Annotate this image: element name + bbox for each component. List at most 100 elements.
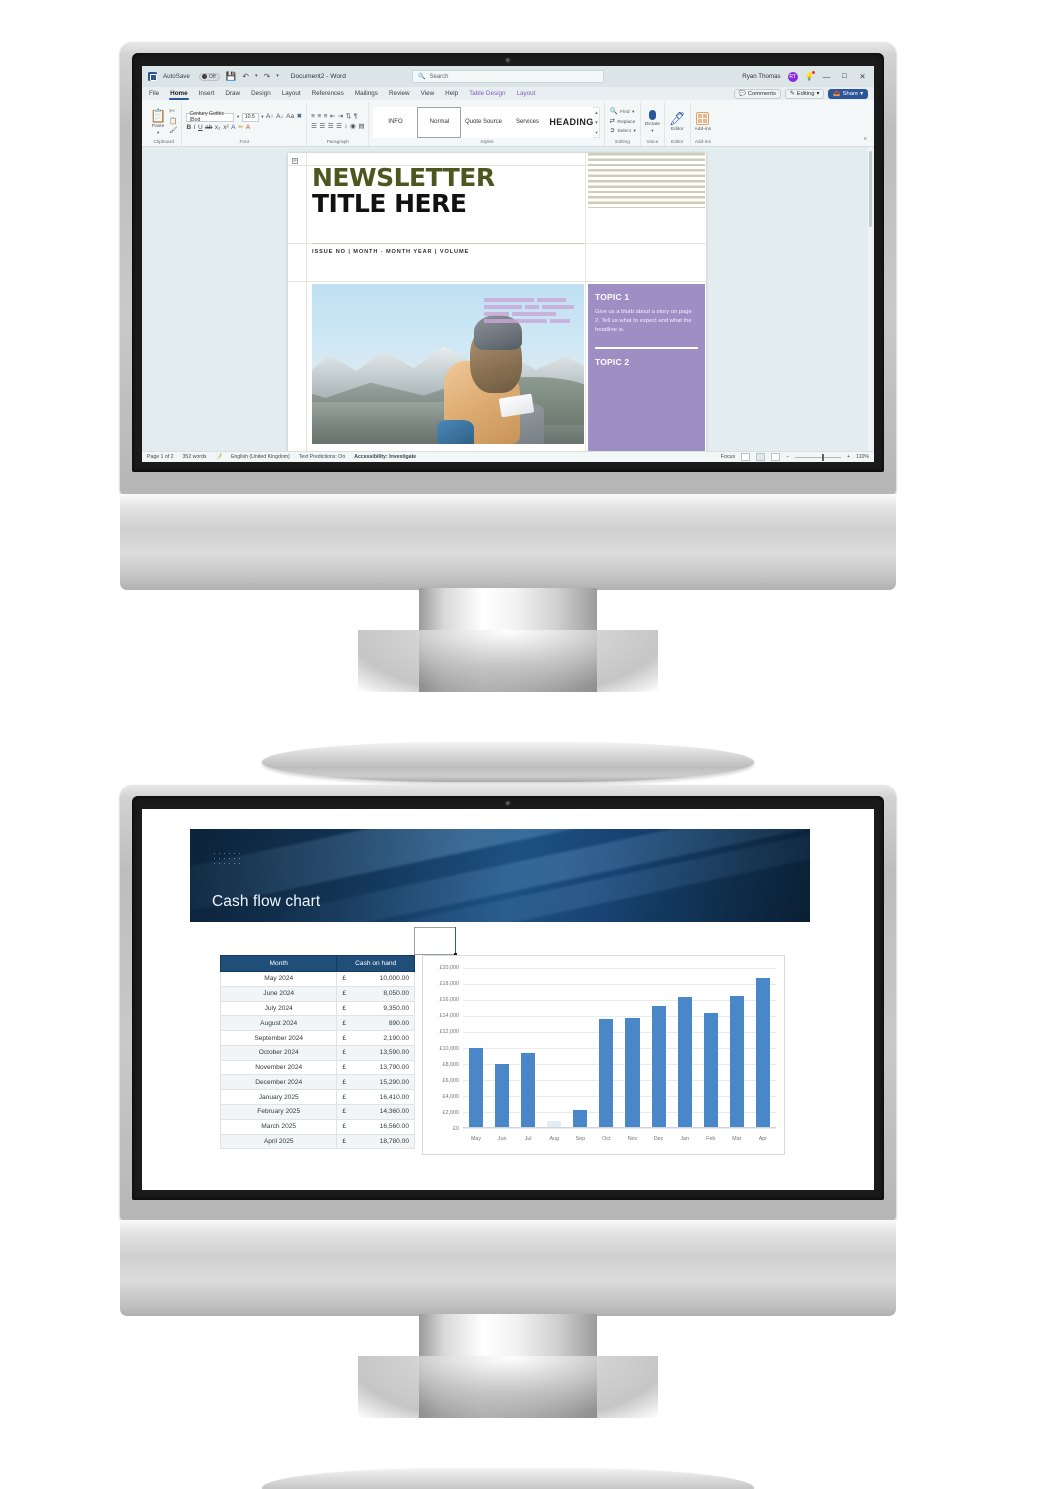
tab-help[interactable]: Help: [444, 89, 459, 99]
tab-review[interactable]: Review: [388, 89, 411, 99]
tab-layout[interactable]: Layout: [281, 89, 302, 99]
tab-file[interactable]: File: [148, 89, 160, 99]
increase-font-size-icon[interactable]: A↑: [266, 113, 274, 121]
bar-column[interactable]: [646, 968, 672, 1128]
bar-column[interactable]: [619, 968, 645, 1128]
dictate-button[interactable]: Dictate ▾: [645, 110, 660, 134]
editor-button[interactable]: 🖊 Editor: [669, 112, 686, 132]
avatar[interactable]: RT: [787, 71, 798, 82]
multilevel-list-icon[interactable]: ≡: [324, 113, 328, 121]
scroll-down-icon[interactable]: ▼: [593, 118, 599, 127]
underline-icon[interactable]: U: [198, 124, 203, 132]
chevron-down-icon[interactable]: ▾: [632, 110, 634, 115]
paste-button[interactable]: 📋 Paste ▾: [150, 109, 166, 136]
find-button[interactable]: 🔍 Find ▾: [609, 109, 635, 116]
tab-table-layout[interactable]: Layout: [516, 89, 537, 99]
bar-column[interactable]: [672, 968, 698, 1128]
font-size-input[interactable]: 10.5: [241, 112, 259, 122]
bar-column[interactable]: [593, 968, 619, 1128]
addins-button[interactable]: Add-ins: [695, 112, 711, 132]
tab-home[interactable]: Home: [169, 89, 189, 100]
tab-table-design[interactable]: Table Design: [468, 89, 506, 99]
bar-column[interactable]: [698, 968, 724, 1128]
cut-icon[interactable]: ✄: [169, 109, 177, 116]
justify-icon[interactable]: ☰: [336, 123, 342, 131]
zoom-in-icon[interactable]: +: [847, 454, 850, 460]
scrollbar-thumb[interactable]: [869, 151, 872, 227]
tab-references[interactable]: References: [311, 89, 345, 99]
replace-button[interactable]: ⇄ Replace: [609, 118, 635, 126]
undo-dropdown-icon[interactable]: ▾: [255, 74, 258, 79]
align-left-icon[interactable]: ☰: [311, 123, 317, 131]
bar-sep[interactable]: [573, 1110, 588, 1128]
styles-more-icon[interactable]: ▾: [593, 128, 599, 137]
bar-jul[interactable]: [521, 1053, 536, 1128]
tab-design[interactable]: Design: [250, 89, 272, 99]
style-quote-source[interactable]: Quote Source: [461, 106, 506, 138]
tab-view[interactable]: View: [420, 89, 436, 99]
bar-column[interactable]: [724, 968, 750, 1128]
format-painter-icon[interactable]: 🖌: [169, 128, 177, 135]
language-indicator[interactable]: English (United Kingdom): [231, 454, 290, 460]
text-effects-icon[interactable]: A: [231, 124, 235, 132]
chevron-down-icon[interactable]: ▾: [634, 129, 636, 134]
decrease-indent-icon[interactable]: ⇤: [330, 113, 335, 121]
chevron-down-icon[interactable]: ▾: [157, 130, 159, 136]
save-icon[interactable]: 💾: [226, 72, 237, 81]
subscript-icon[interactable]: x₂: [215, 124, 221, 132]
bar-nov[interactable]: [625, 1017, 640, 1128]
read-mode-view-icon[interactable]: [741, 453, 751, 461]
user-name[interactable]: Ryan Thomas: [742, 73, 780, 80]
shading-icon[interactable]: ◉: [350, 123, 356, 131]
numbered-list-icon[interactable]: ≡: [317, 113, 321, 121]
focus-button[interactable]: Focus: [721, 454, 735, 460]
bar-may[interactable]: [469, 1048, 484, 1128]
lightbulb-icon[interactable]: 💡: [805, 71, 815, 81]
topics-sidebar[interactable]: TOPIC 1 Give us a blurb about a story on…: [588, 284, 705, 451]
align-center-icon[interactable]: ☰: [319, 123, 325, 131]
show-formatting-marks-icon[interactable]: ¶: [354, 113, 358, 121]
style-normal[interactable]: Normal: [417, 106, 462, 138]
change-case-icon[interactable]: Aa: [286, 113, 294, 121]
bar-jun[interactable]: [495, 1063, 510, 1128]
styles-scroll[interactable]: ▲ ▼ ▾: [593, 106, 601, 138]
decrease-font-size-icon[interactable]: A↓: [276, 113, 284, 121]
zoom-level[interactable]: 110%: [856, 454, 869, 460]
bar-apr[interactable]: [755, 977, 770, 1128]
bar-mar[interactable]: [729, 995, 744, 1128]
cash-flow-table[interactable]: Month Cash on hand May 2024 £10,000.00 Ju…: [219, 955, 415, 1150]
undo-icon[interactable]: ↶: [242, 72, 249, 81]
font-name-input[interactable]: Century Gothic (Bod: [186, 111, 235, 123]
close-button[interactable]: ✕: [857, 72, 868, 81]
proofing-icon[interactable]: 📝: [215, 454, 221, 460]
bold-icon[interactable]: B: [186, 124, 191, 132]
chevron-down-icon[interactable]: ▾: [261, 114, 263, 120]
chevron-down-icon[interactable]: ▾: [651, 129, 653, 134]
cash-flow-chart[interactable]: £0 £2,000 £4,000 £6,000 £8,000 £10,000 £12,000…: [422, 955, 785, 1155]
vertical-scrollbar[interactable]: [868, 147, 873, 451]
selected-cell[interactable]: [414, 927, 457, 956]
bar-column[interactable]: [489, 968, 515, 1128]
redo-icon[interactable]: ↷: [263, 72, 270, 81]
customize-quick-access-icon[interactable]: ▾: [276, 74, 279, 79]
page-indicator[interactable]: Page 1 of 2: [147, 454, 174, 460]
sort-icon[interactable]: ⇅: [346, 113, 351, 121]
bar-column[interactable]: [463, 968, 489, 1128]
style-heading[interactable]: HEADING: [549, 106, 594, 138]
maximize-button[interactable]: ☐: [839, 73, 850, 80]
print-layout-view-icon[interactable]: [756, 453, 766, 461]
slide-title[interactable]: Cash flow chart: [212, 893, 320, 911]
bar-oct[interactable]: [599, 1019, 614, 1128]
autosave-toggle[interactable]: Off: [198, 72, 220, 81]
hero-photo[interactable]: [312, 284, 584, 444]
search-box[interactable]: 🔍 Search: [412, 70, 604, 83]
chevron-down-icon[interactable]: ▾: [237, 114, 239, 120]
style-services[interactable]: Services: [505, 106, 550, 138]
web-layout-view-icon[interactable]: [771, 453, 781, 461]
tab-mailings[interactable]: Mailings: [354, 89, 379, 99]
bullet-list-icon[interactable]: ≡: [311, 113, 315, 121]
editing-mode-button[interactable]: ✎ Editing ▾: [784, 88, 825, 99]
borders-icon[interactable]: ▤: [358, 123, 364, 131]
zoom-slider[interactable]: [795, 453, 842, 461]
tab-draw[interactable]: Draw: [224, 89, 241, 99]
